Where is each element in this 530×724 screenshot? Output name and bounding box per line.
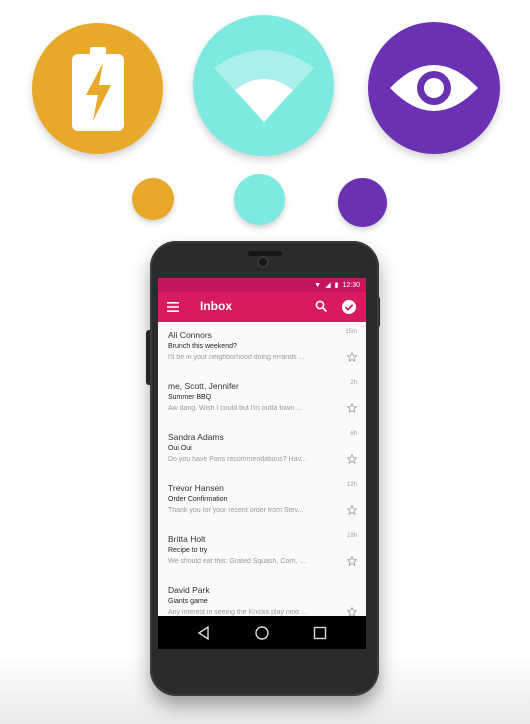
list-item[interactable]: Trevor Hansen 12h Order Confirmation Tha…	[158, 475, 366, 527]
email-subject: Recipe to try	[168, 547, 208, 554]
email-sender: Trevor Hansen	[168, 483, 224, 493]
email-sender: Britta Holt	[168, 534, 206, 544]
battery-charging-icon	[32, 23, 163, 154]
purple-dot	[338, 178, 387, 227]
status-time: 12:30	[342, 281, 360, 289]
aqua-dot	[234, 174, 285, 225]
check-circle-icon[interactable]	[342, 300, 356, 314]
email-time: 12h	[346, 482, 357, 488]
page-title: Inbox	[200, 299, 232, 313]
email-subject: Summer BBQ	[168, 394, 212, 401]
phone-screen: ▼ ◢ ▮ 12:30 Inbox Ali Connors 15m Brunch…	[158, 278, 366, 649]
star-icon[interactable]	[347, 454, 357, 464]
back-icon[interactable]	[196, 625, 212, 641]
phone-frame: ▼ ◢ ▮ 12:30 Inbox Ali Connors 15m Brunch…	[150, 241, 379, 696]
email-sender: Ali Connors	[168, 330, 212, 340]
cell-icon: ◢	[325, 282, 331, 289]
email-preview: Any interest in seeing the Knicks play n…	[168, 609, 307, 616]
star-icon[interactable]	[347, 403, 357, 413]
email-sender: Sandra Adams	[168, 432, 224, 442]
list-item[interactable]: Britta Holt 18h Recipe to try We should …	[158, 526, 366, 578]
email-preview: We should eat this: Grated Squash, Corn,…	[168, 558, 306, 565]
email-subject: Order Confirmation	[168, 496, 228, 503]
star-icon[interactable]	[347, 505, 357, 515]
star-icon[interactable]	[347, 607, 357, 616]
email-preview: Do you have Paris recommendations? Hav..…	[168, 456, 307, 463]
email-subject: Brunch this weekend?	[168, 343, 237, 350]
search-icon[interactable]	[315, 300, 328, 313]
email-preview: I'll be in your neighborhood doing erran…	[168, 354, 305, 361]
email-time: 18h	[346, 533, 357, 539]
recents-icon[interactable]	[312, 625, 328, 641]
menu-icon[interactable]	[167, 302, 179, 312]
email-time: 15m	[345, 329, 357, 335]
email-subject: Oui Oui	[168, 445, 192, 452]
signal-icon: ▼	[314, 281, 322, 289]
email-sender: David Park	[168, 585, 210, 595]
star-icon[interactable]	[347, 352, 357, 362]
home-icon[interactable]	[254, 625, 270, 641]
eye-icon	[368, 22, 500, 154]
email-preview: Aw dang. Wish I could but I'm outta town…	[168, 405, 302, 412]
front-camera	[257, 256, 269, 268]
email-time: 6h	[350, 431, 357, 437]
status-bar: ▼ ◢ ▮ 12:30	[158, 278, 366, 292]
list-item[interactable]: David Park Giants game Any interest in s…	[158, 577, 366, 616]
list-item[interactable]: Sandra Adams 6h Oui Oui Do you have Pari…	[158, 424, 366, 476]
email-list: Ali Connors 15m Brunch this weekend? I'l…	[158, 322, 366, 616]
orange-dot	[132, 178, 174, 220]
battery-icon: ▮	[334, 282, 339, 289]
email-time: 2h	[350, 380, 357, 386]
email-sender: me, Scott, Jennifer	[168, 381, 239, 391]
star-icon[interactable]	[347, 556, 357, 566]
phone-speaker	[248, 251, 282, 256]
list-item[interactable]: Ali Connors 15m Brunch this weekend? I'l…	[158, 322, 366, 374]
email-subject: Giants game	[168, 598, 208, 605]
email-preview: Thank you for your recent order from Ste…	[168, 507, 304, 514]
wifi-icon	[193, 15, 334, 156]
app-toolbar: Inbox	[158, 292, 366, 322]
list-item[interactable]: me, Scott, Jennifer 2h Summer BBQ Aw dan…	[158, 373, 366, 425]
system-nav-bar	[158, 616, 366, 649]
